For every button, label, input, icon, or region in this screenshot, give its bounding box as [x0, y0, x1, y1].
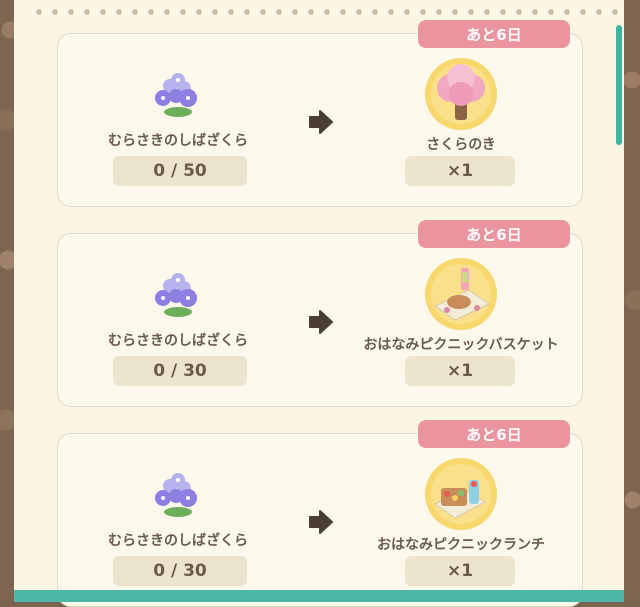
- reward-quantity: ×1: [405, 156, 515, 186]
- material-count: 0 / 30: [113, 556, 247, 586]
- material-name: むらさきのしばざくら: [108, 533, 248, 549]
- scrollbar[interactable]: [616, 25, 622, 145]
- purple-phlox-flower-icon: [155, 473, 197, 517]
- trade-card[interactable]: あと6日 むらさきのしばざくら 0 / 50 さくらのき ×1: [57, 20, 583, 207]
- purple-phlox-flower-icon: [155, 73, 197, 117]
- material-name: むらさきのしばざくら: [108, 333, 248, 349]
- purple-phlox-flower-icon: [155, 273, 197, 317]
- picnic-basket-icon: [425, 258, 497, 330]
- material-count: 0 / 30: [113, 356, 247, 386]
- arrow-right-icon: [309, 310, 333, 334]
- bottom-bar: [14, 590, 624, 602]
- trade-card[interactable]: あと6日 むらさきのしばざくら 0 / 30 おはなみピクニックランチ ×1: [57, 420, 583, 607]
- dotted-top-border: [36, 9, 636, 19]
- arrow-right-icon: [309, 510, 333, 534]
- picnic-lunch-icon: [425, 458, 497, 530]
- trade-card[interactable]: あと6日 むらさきのしばざくら 0 / 30 おはなみピクニックバスケット ×1: [57, 220, 583, 407]
- reward-name: おはなみピクニックバスケット: [363, 337, 559, 353]
- days-left-badge: あと6日: [418, 220, 570, 248]
- reward-quantity: ×1: [405, 356, 515, 386]
- reward-name: さくらのき: [426, 137, 496, 153]
- days-left-badge: あと6日: [418, 420, 570, 448]
- arrow-right-icon: [309, 110, 333, 134]
- reward-name: おはなみピクニックランチ: [377, 537, 545, 553]
- days-left-badge: あと6日: [418, 20, 570, 48]
- material-name: むらさきのしばざくら: [108, 133, 248, 149]
- reward-quantity: ×1: [405, 556, 515, 586]
- material-count: 0 / 50: [113, 156, 247, 186]
- cherry-tree-icon: [425, 58, 497, 130]
